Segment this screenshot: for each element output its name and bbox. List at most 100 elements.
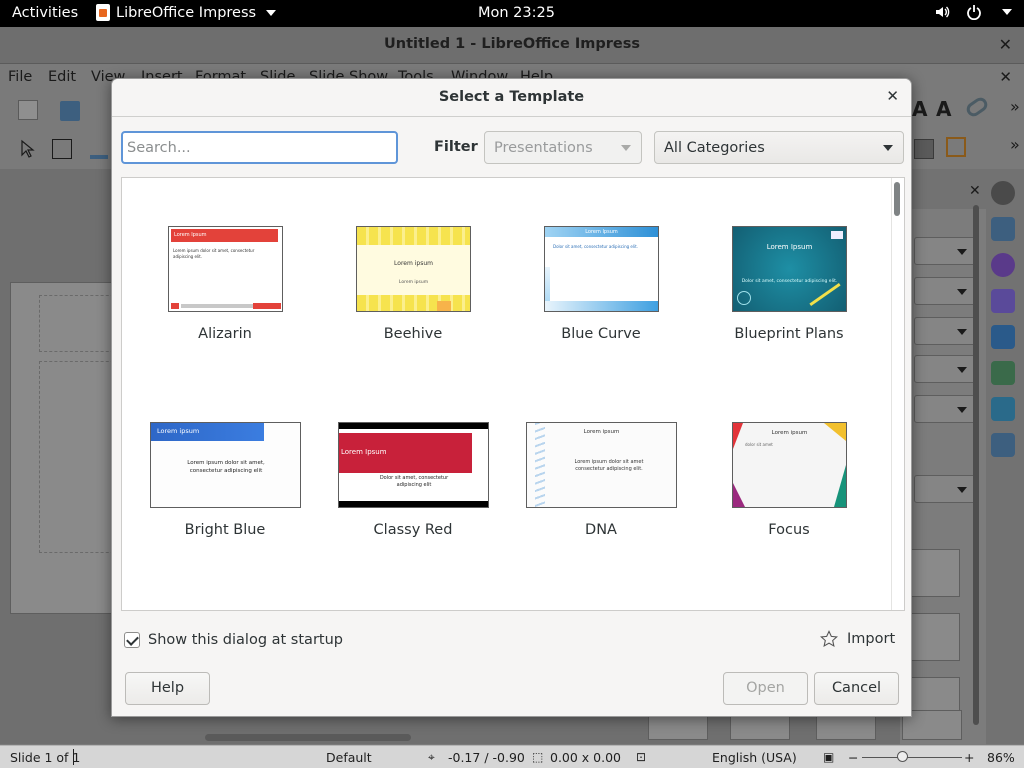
window-title: Untitled 1 - LibreOffice Impress	[383, 36, 641, 52]
sidebar-dropdown-2[interactable]	[914, 277, 978, 305]
status-zoom[interactable]: 86%	[987, 750, 1015, 765]
clock[interactable]: Mon 23:25	[478, 5, 555, 21]
toolbar2-more-icon[interactable]: »	[1010, 135, 1024, 155]
layout-thumb-2[interactable]	[908, 613, 960, 661]
title-placeholder[interactable]	[39, 295, 119, 352]
sidebar-button[interactable]	[914, 475, 978, 503]
hyperlink-icon[interactable]	[963, 94, 991, 120]
window-close-icon[interactable]: ✕	[999, 35, 1012, 54]
crop-icon[interactable]	[946, 137, 966, 157]
template-focus[interactable]: Lorem ipsum dolor sit amet Focus	[699, 422, 879, 552]
sidebar-deck	[988, 181, 1018, 469]
template-blueprint-plans[interactable]: Lorem Ipsum Dolor sit amet, consectetur …	[699, 226, 879, 356]
menu-edit[interactable]: Edit	[48, 69, 76, 85]
animation-icon[interactable]	[991, 361, 1015, 385]
status-master[interactable]: Default	[326, 750, 372, 765]
text-style-icon[interactable]: A	[936, 97, 956, 121]
template-beehive[interactable]: Lorem ipsum Lorem ipsum Beehive	[323, 226, 503, 356]
template-blue-curve[interactable]: Lorem Ipsum Dolor sit amet, consectetur …	[511, 226, 691, 356]
template-name: Bright Blue	[184, 522, 266, 538]
zoom-out-icon[interactable]: −	[848, 750, 858, 765]
sidebar-dropdown-5[interactable]	[914, 395, 978, 423]
slide-canvas[interactable]	[10, 282, 119, 614]
template-grid-scroll-thumb[interactable]	[894, 182, 900, 216]
new-document-icon[interactable]	[18, 100, 38, 120]
blueprint-note	[831, 231, 843, 239]
template-thumbnail: Lorem ipsum Lorem ipsum dolor sit amet c…	[526, 422, 677, 508]
help-button[interactable]: Help	[125, 672, 210, 705]
template-name: Beehive	[383, 326, 443, 342]
activities-button[interactable]: Activities	[12, 5, 78, 21]
filter-application-select[interactable]: Presentations	[484, 131, 642, 164]
fontwork-icon[interactable]: A	[912, 97, 932, 121]
zoom-slider[interactable]	[862, 757, 962, 758]
open-folder-icon[interactable]	[60, 101, 80, 121]
filter-category-select[interactable]: All Categories	[654, 131, 904, 164]
thumb-title: Lorem Ipsum	[174, 232, 207, 238]
alizarin-corner	[171, 303, 179, 309]
gallery-icon[interactable]	[991, 289, 1015, 313]
sidebar-field-4[interactable]	[914, 355, 978, 383]
master-slides-icon[interactable]	[991, 397, 1015, 421]
template-name: Alizarin	[198, 326, 252, 342]
filter-category-value: All Categories	[664, 140, 765, 156]
thumb-title: Lorem ipsum	[583, 429, 620, 435]
horizontal-scrollbar[interactable]	[205, 734, 411, 741]
template-grid-scrollbar[interactable]	[891, 178, 903, 610]
dialog-close-icon[interactable]: ✕	[886, 87, 899, 105]
shapes-icon[interactable]	[991, 253, 1015, 277]
document-close-icon[interactable]: ✕	[999, 68, 1012, 86]
show-at-startup-option[interactable]: Show this dialog at startup	[124, 632, 343, 648]
template-search-input[interactable]	[121, 131, 398, 164]
alizarin-footer-accent	[253, 303, 281, 309]
template-classy-red[interactable]: Lorem Ipsum Dolor sit amet, consectetur …	[323, 422, 503, 552]
shadow-icon[interactable]	[914, 139, 934, 159]
line-color-icon[interactable]	[90, 155, 108, 159]
document-modified-icon[interactable]: ⊡	[636, 750, 646, 764]
thumb-text: dolor sit amet	[745, 442, 773, 447]
status-position: -0.17 / -0.90	[448, 750, 525, 765]
template-bright-blue[interactable]: Lorem ipsum Lorem ipsum dolor sit amet, …	[135, 422, 315, 552]
layout-thumb-1[interactable]	[908, 549, 960, 597]
show-at-startup-checkbox[interactable]	[124, 632, 140, 648]
slide-transition-icon[interactable]	[991, 325, 1015, 349]
system-menu[interactable]	[934, 4, 1012, 20]
template-alizarin[interactable]: Lorem Ipsum Lorem ipsum dolor sit amet, …	[135, 226, 315, 356]
status-language[interactable]: English (USA)	[712, 750, 797, 765]
app-menu[interactable]: LibreOffice Impress	[96, 4, 277, 21]
content-placeholder[interactable]	[39, 361, 119, 553]
template-dna[interactable]: Lorem ipsum Lorem ipsum dolor sit amet c…	[511, 422, 691, 552]
zoom-slider-handle[interactable]	[897, 751, 908, 762]
zoom-in-icon[interactable]: +	[964, 750, 974, 765]
template-thumbnail: Lorem Ipsum Dolor sit amet, consectetur …	[544, 226, 659, 312]
digital-signature-icon[interactable]: ▣	[823, 750, 834, 764]
zoom-pan-icon[interactable]	[52, 139, 72, 159]
select-arrow-icon[interactable]	[18, 139, 38, 159]
system-caret-icon	[1002, 9, 1012, 15]
properties-gear-icon[interactable]	[991, 181, 1015, 205]
status-size: 0.00 x 0.00	[550, 750, 622, 765]
thumb-title: Lorem ipsum	[394, 260, 433, 267]
thumb-text: Lorem ipsum dolor sit amet, consectetur …	[173, 248, 255, 259]
cancel-button[interactable]: Cancel	[814, 672, 899, 705]
blueprint-gear	[737, 291, 751, 305]
toolbar-more-icon[interactable]: »	[1010, 97, 1024, 117]
import-button[interactable]: Import	[820, 630, 895, 648]
sidebar-close-icon[interactable]: ✕	[969, 183, 981, 199]
dna-helix	[535, 423, 545, 507]
thumb-title: Lorem ipsum	[771, 430, 808, 436]
sidebar-scrollbar[interactable]	[973, 205, 979, 725]
template-name: Blue Curve	[561, 326, 641, 342]
beehive-bottom-band	[357, 295, 470, 311]
menu-file[interactable]: File	[8, 69, 32, 85]
thumb-text: Dolor sit amet, consectetur adipiscing e…	[741, 279, 838, 284]
template-thumbnail: Lorem ipsum Lorem ipsum dolor sit amet, …	[150, 422, 301, 508]
filter-application-value: Presentations	[494, 140, 593, 156]
styles-icon[interactable]	[991, 217, 1015, 241]
sidebar-dropdown-1[interactable]	[914, 237, 978, 265]
focus-red-corner	[733, 423, 743, 449]
thumb-text: Lorem ipsum	[398, 280, 429, 285]
navigator-icon[interactable]	[991, 433, 1015, 457]
open-button[interactable]: Open	[723, 672, 808, 705]
sidebar-dropdown-3[interactable]	[914, 317, 978, 345]
